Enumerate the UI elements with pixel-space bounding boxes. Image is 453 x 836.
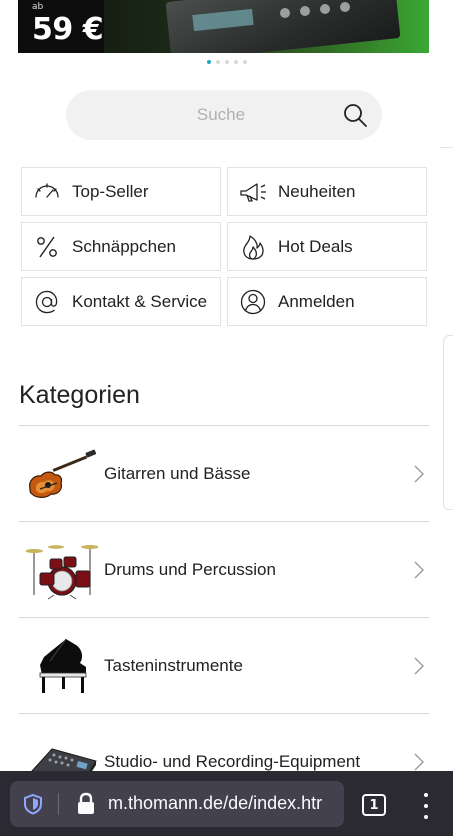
drumkit-icon [19,522,104,618]
speedometer-icon [22,168,72,215]
quick-link-schnaeppchen[interactable]: Schnäppchen [21,222,221,271]
product-knob [320,4,330,14]
flame-icon [228,223,278,270]
percent-icon [22,223,72,270]
scroll-edge [443,335,453,510]
address-bar[interactable]: m.thomann.de/de/index.htr [10,781,344,827]
chevron-right-icon [414,657,424,675]
category-name: Drums und Percussion [104,559,276,579]
url-text: m.thomann.de/de/index.htr [108,793,323,813]
hero-banner[interactable]: ab 59 € [18,0,429,53]
product-knob [280,8,290,18]
quick-link-top-seller[interactable]: Top-Seller [21,167,221,216]
shield-icon[interactable] [22,793,44,815]
carousel-dot[interactable] [215,60,220,64]
product-knob [300,6,310,16]
quick-link-label: Hot Deals [278,236,353,256]
quick-link-hot-deals[interactable]: Hot Deals [227,222,427,271]
carousel-indicator [0,60,453,66]
search-icon[interactable] [342,102,368,128]
user-icon [228,278,278,325]
category-name: Gitarren und Bässe [104,463,251,483]
quick-link-label: Top-Seller [72,181,149,201]
menu-dot [424,815,428,819]
chevron-right-icon [414,753,424,771]
categories-heading: Kategorien [19,381,140,409]
category-name: Tasteninstrumente [104,655,243,675]
chevron-right-icon [414,465,424,483]
carousel-dot[interactable] [206,60,211,64]
quick-link-anmelden[interactable]: Anmelden [227,277,427,326]
at-icon [22,278,72,325]
megaphone-icon [228,168,278,215]
quick-link-label: Kontakt & Service [72,291,208,311]
menu-dot [424,804,428,808]
category-item-gitarren[interactable]: Gitarren und Bässe [19,426,429,522]
search-input[interactable] [66,90,346,140]
category-item-drums[interactable]: Drums und Percussion [19,522,429,618]
carousel-dot[interactable] [233,60,238,64]
quick-links: Top-Seller Neuheiten Schnäppchen Hot Dea… [21,167,427,326]
quick-link-label: Neuheiten [278,181,356,201]
category-item-tasten[interactable]: Tasteninstrumente [19,618,429,714]
search-bar [66,90,382,140]
divider [58,793,59,815]
category-list: Gitarren und Bässe Drums und Percussion [19,425,429,810]
price-value: 59 € [32,12,104,47]
price-prefix: ab [32,2,44,12]
lock-icon[interactable] [76,792,96,816]
browser-toolbar: m.thomann.de/de/index.htr 1 [0,771,453,836]
carousel-dot[interactable] [224,60,229,64]
chevron-right-icon [414,561,424,579]
quick-link-label: Schnäppchen [72,236,176,256]
price-tag: ab 59 € [18,0,104,53]
guitar-icon [19,426,104,522]
divider [440,147,453,148]
quick-link-kontakt-service[interactable]: Kontakt & Service [21,277,221,326]
overflow-menu-icon[interactable] [418,793,434,819]
carousel-dot[interactable] [242,60,247,64]
quick-link-label: Anmelden [278,291,355,311]
tabs-button[interactable]: 1 [362,794,386,816]
piano-icon [19,618,104,714]
menu-dot [424,793,428,797]
quick-link-neuheiten[interactable]: Neuheiten [227,167,427,216]
category-name: Studio- und Recording-Equipment [104,751,361,771]
product-knob [340,2,350,12]
